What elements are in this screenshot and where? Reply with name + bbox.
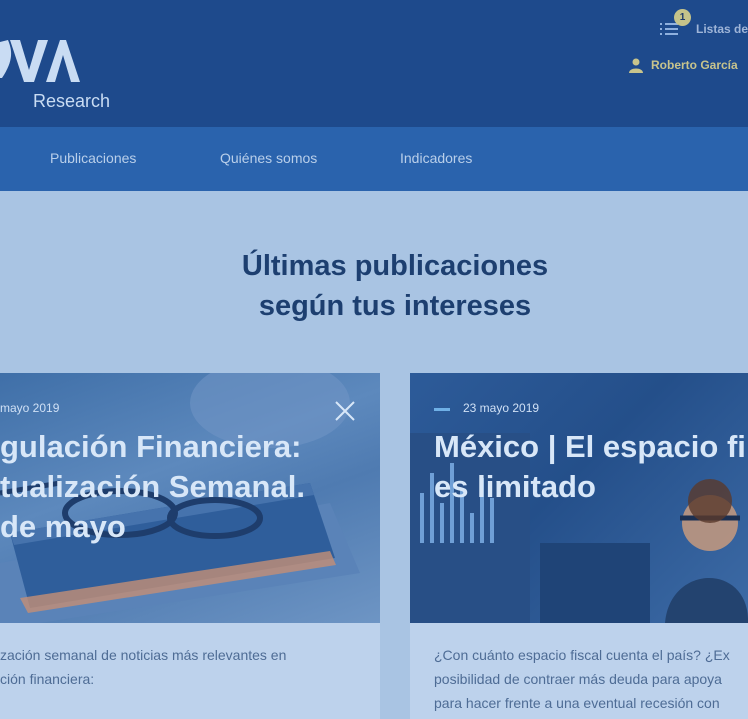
card-title-line: gulación Financiera: [0, 429, 302, 464]
card-date: mayo 2019 [0, 401, 60, 415]
card-title-line: es limitado [434, 469, 596, 504]
nav-item-publicaciones[interactable]: Publicaciones [50, 150, 136, 166]
card-title-line: de mayo [0, 509, 126, 544]
category-dash [434, 408, 450, 411]
card-summary: zación semanal de noticias más relevante… [0, 643, 286, 691]
card-image: mayo 2019 gulación Financiera: tualizaci… [0, 373, 380, 623]
card-summary-line: zación semanal de noticias más relevante… [0, 647, 287, 663]
card-summary-line: posibilidad de contraer más deuda para a… [434, 671, 722, 687]
publication-card[interactable]: 23 mayo 2019 México | El espacio fi es l… [410, 373, 748, 719]
bbva-logo-mark [0, 40, 80, 82]
card-summary-line: para hacer frente a una eventual recesió… [434, 695, 720, 711]
card-date: 23 mayo 2019 [463, 401, 540, 415]
card-title[interactable]: gulación Financiera: tualización Semanal… [0, 427, 305, 547]
card-title-line: México | El espacio fi [434, 429, 746, 464]
lists-count-badge: 1 [674, 9, 691, 26]
card-summary-line: ción financiera: [0, 671, 95, 687]
nav-item-indicadores[interactable]: Indicadores [400, 150, 472, 166]
card-title-line: tualización Semanal. [0, 469, 305, 504]
user-icon [629, 58, 643, 73]
card-image: 23 mayo 2019 México | El espacio fi es l… [410, 373, 748, 623]
card-summary-line: ¿Con cuánto espacio fiscal cuenta el paí… [434, 647, 730, 663]
lists-label[interactable]: Listas de [696, 22, 748, 36]
user-name: Roberto García [651, 58, 738, 72]
section-title: Últimas publicaciones según tus interese… [0, 246, 748, 326]
site-header: Research 1 Listas de Roberto García [0, 0, 748, 127]
publication-card[interactable]: mayo 2019 gulación Financiera: tualizaci… [0, 373, 380, 719]
section-title-line1: Últimas publicaciones [241, 250, 549, 282]
user-menu[interactable]: Roberto García [628, 57, 738, 73]
card-title[interactable]: México | El espacio fi es limitado [434, 427, 746, 507]
logo-research-text: Research [33, 91, 111, 111]
close-icon[interactable] [333, 399, 357, 423]
card-summary: ¿Con cuánto espacio fiscal cuenta el paí… [434, 643, 730, 715]
section-title-line2: según tus intereses [258, 290, 532, 322]
nav-item-quienes-somos[interactable]: Quiénes somos [220, 150, 317, 166]
main-nav: Publicaciones Quiénes somos Indicadores [0, 127, 748, 191]
